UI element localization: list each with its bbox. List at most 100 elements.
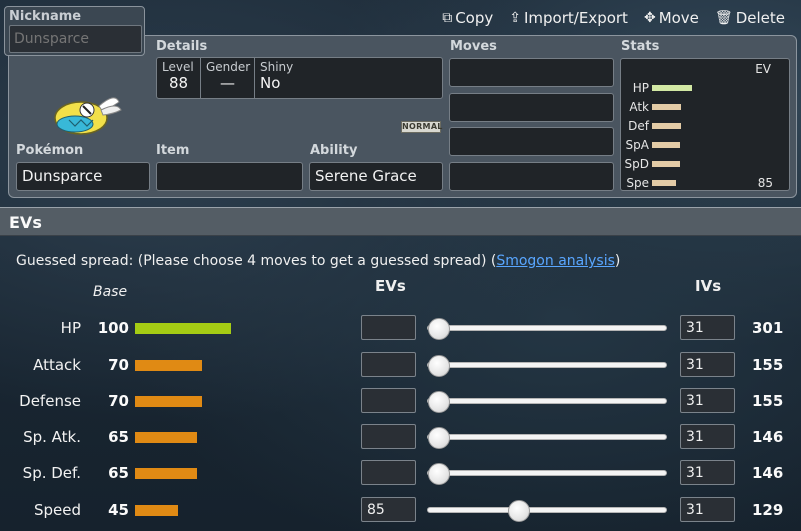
stat-label: Sp. Def. bbox=[22, 464, 81, 482]
move-button[interactable]: ✥ Move bbox=[636, 9, 707, 27]
stat-name: Spe bbox=[626, 176, 649, 190]
copy-button[interactable]: ⧉ Copy bbox=[434, 9, 501, 27]
copy-label: Copy bbox=[455, 9, 494, 27]
pokemon-set-panel: Details Level 88 Gender — Shiny No NORMA… bbox=[8, 35, 797, 198]
ev-slider-track[interactable] bbox=[427, 427, 667, 449]
level-value: 88 bbox=[168, 74, 189, 92]
ev-slider-thumb[interactable] bbox=[428, 427, 450, 449]
ev-input[interactable] bbox=[361, 497, 416, 522]
smogon-analysis-link[interactable]: Smogon analysis bbox=[496, 253, 615, 269]
pokemon-sprite[interactable] bbox=[45, 84, 125, 136]
ivs-column-header: IVs bbox=[695, 277, 722, 295]
iv-input[interactable] bbox=[680, 424, 735, 449]
ev-slider-track[interactable] bbox=[427, 318, 667, 340]
iv-input[interactable] bbox=[680, 315, 735, 340]
ev-row: Defense 70 155 bbox=[0, 388, 801, 416]
stat-label: Speed bbox=[33, 501, 81, 519]
final-stat-value: 146 bbox=[752, 428, 784, 446]
ev-slider-thumb[interactable] bbox=[428, 463, 450, 485]
ev-input[interactable] bbox=[361, 315, 416, 340]
item-field[interactable] bbox=[156, 162, 303, 191]
ev-row: HP 100 301 bbox=[0, 315, 801, 343]
stat-row: SpD bbox=[621, 157, 791, 171]
ev-input[interactable] bbox=[361, 460, 416, 485]
base-stat-value: 65 bbox=[108, 428, 129, 446]
base-stat-value: 100 bbox=[97, 319, 129, 337]
final-stat-value: 155 bbox=[752, 356, 784, 374]
stat-name: HP bbox=[632, 81, 649, 95]
stat-bar bbox=[652, 142, 680, 148]
stat-row: Atk bbox=[621, 100, 791, 114]
ev-slider-track[interactable] bbox=[427, 463, 667, 485]
iv-input[interactable] bbox=[680, 388, 735, 413]
final-stat-value: 129 bbox=[752, 501, 784, 519]
delete-button[interactable]: 🗑 Delete bbox=[707, 9, 793, 27]
nickname-label: Nickname bbox=[9, 9, 82, 24]
ev-row: Sp. Atk. 65 146 bbox=[0, 424, 801, 452]
base-stat-bar bbox=[135, 468, 197, 479]
ev-slider-thumb[interactable] bbox=[428, 391, 450, 413]
delete-label: Delete bbox=[735, 9, 785, 27]
ev-slider-thumb[interactable] bbox=[428, 318, 450, 340]
ability-field[interactable]: Serene Grace bbox=[309, 162, 443, 191]
base-stat-bar bbox=[135, 396, 202, 407]
pokemon-field[interactable]: Dunsparce bbox=[16, 162, 150, 191]
ev-row: Sp. Def. 65 146 bbox=[0, 460, 801, 488]
stat-row: HP bbox=[621, 81, 791, 95]
final-stat-value: 301 bbox=[752, 319, 784, 337]
move-label: Move bbox=[658, 9, 699, 27]
iv-input[interactable] bbox=[680, 352, 735, 377]
ability-label: Ability bbox=[310, 143, 358, 158]
move-slot-2[interactable] bbox=[449, 93, 614, 122]
guess-close: ) bbox=[614, 253, 621, 269]
nickname-input[interactable] bbox=[9, 25, 142, 53]
ev-slider-thumb[interactable] bbox=[508, 500, 530, 522]
evs-section-header: EVs bbox=[0, 207, 801, 236]
iv-input[interactable] bbox=[680, 460, 735, 485]
pokemon-label: Pokémon bbox=[16, 143, 84, 158]
moves-label: Moves bbox=[450, 39, 497, 54]
stat-bar bbox=[652, 85, 692, 91]
stats-label: Stats bbox=[621, 39, 660, 54]
ev-slider-thumb[interactable] bbox=[428, 355, 450, 377]
stat-name: SpA bbox=[625, 138, 649, 152]
gender-cell: Gender — bbox=[201, 58, 255, 98]
upload-icon: ⇪ bbox=[509, 10, 521, 26]
ev-slider-track[interactable] bbox=[427, 391, 667, 413]
final-stat-value: 155 bbox=[752, 392, 784, 410]
ev-input[interactable] bbox=[361, 352, 416, 377]
stat-label: HP bbox=[60, 319, 81, 337]
import-export-button[interactable]: ⇪ Import/Export bbox=[501, 9, 636, 27]
stats-ev-header: EV bbox=[755, 62, 771, 76]
stats-summary[interactable]: EV HP Atk Def SpA SpD Spe 85 bbox=[620, 58, 790, 191]
ev-input[interactable] bbox=[361, 388, 416, 413]
level-cell: Level 88 bbox=[157, 58, 201, 98]
ev-row: Speed 45 129 bbox=[0, 497, 801, 525]
level-label: Level bbox=[162, 60, 194, 74]
nickname-box: Nickname bbox=[4, 6, 145, 56]
stat-bar bbox=[652, 123, 681, 129]
stat-row: Def bbox=[621, 119, 791, 133]
ev-input[interactable] bbox=[361, 424, 416, 449]
trash-icon: 🗑 bbox=[714, 10, 733, 26]
base-stat-value: 45 bbox=[108, 501, 129, 519]
base-column-header: Base bbox=[93, 284, 128, 300]
item-label: Item bbox=[156, 143, 190, 158]
evs-title: EVs bbox=[9, 213, 42, 232]
move-slot-1[interactable] bbox=[449, 58, 614, 87]
stat-bar bbox=[652, 104, 681, 110]
move-slot-4[interactable] bbox=[449, 162, 614, 191]
stat-bar bbox=[652, 180, 676, 186]
ev-slider-track[interactable] bbox=[427, 500, 667, 522]
details-box[interactable]: Level 88 Gender — Shiny No bbox=[156, 57, 443, 99]
stat-row: SpA bbox=[621, 138, 791, 152]
move-slot-3[interactable] bbox=[449, 127, 614, 156]
base-stat-bar bbox=[135, 505, 178, 516]
base-stat-bar bbox=[135, 323, 231, 334]
stat-name: Atk bbox=[629, 100, 649, 114]
iv-input[interactable] bbox=[680, 497, 735, 522]
ev-slider-track[interactable] bbox=[427, 355, 667, 377]
stat-label: Defense bbox=[19, 392, 81, 410]
details-label: Details bbox=[156, 39, 208, 54]
base-stat-value: 65 bbox=[108, 464, 129, 482]
